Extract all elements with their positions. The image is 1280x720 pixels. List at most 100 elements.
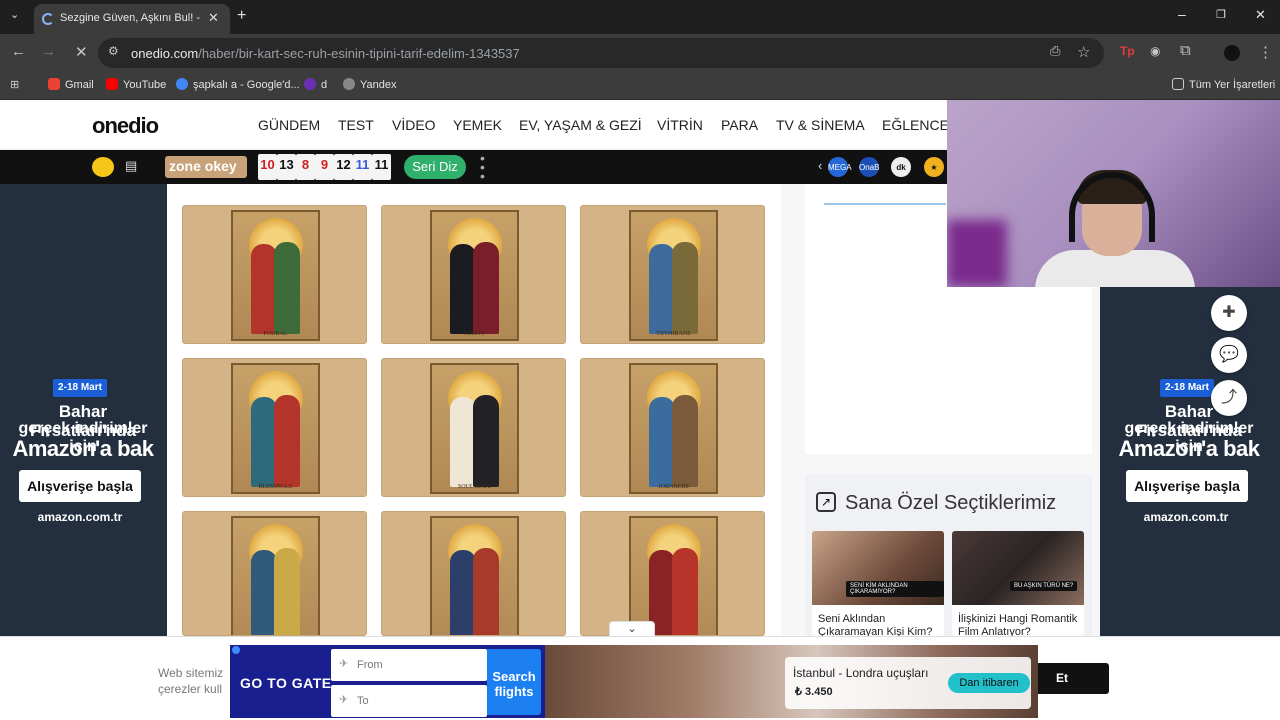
browser-tab[interactable]: Sezgine Güven, Aşkını Bul! - On ✕ <box>34 4 230 34</box>
install-app-icon[interactable]: ⎙ <box>1050 43 1060 59</box>
to-field[interactable]: ✈ To <box>331 685 487 717</box>
tarot-card[interactable]: POURAL <box>182 205 367 344</box>
nav-gundem[interactable]: GÜNDEM <box>258 117 320 133</box>
extension-tp-icon[interactable]: Tp <box>1120 44 1135 58</box>
figure-right <box>672 242 698 334</box>
seri-diz-button[interactable]: Seri Diz <box>404 155 466 179</box>
figure-right <box>274 395 300 487</box>
takeoff-icon: ✈ <box>339 658 349 670</box>
chevron-left-icon[interactable]: ‹ <box>818 158 822 173</box>
tarot-artwork: POURAL <box>231 210 320 341</box>
figure-right <box>672 548 698 635</box>
amazon-ad-left[interactable]: 2-18 Mart Bahar Fırsatları'nda gerçek in… <box>0 184 167 636</box>
comments-icon[interactable]: 💬 <box>1211 337 1247 373</box>
tarot-card[interactable]: JORNNERS <box>580 358 765 497</box>
gmail-icon <box>48 78 60 90</box>
menu-kebab-icon[interactable]: ⋮ <box>1258 43 1273 61</box>
bookmark-d[interactable]: d <box>304 78 327 91</box>
channel-badge[interactable]: ★ <box>924 157 944 177</box>
tarot-card-label: SOUL MATE <box>457 484 492 490</box>
tarot-artwork <box>430 516 519 635</box>
bookmark-google[interactable]: şapkalı a - Google'd... <box>176 78 300 91</box>
figure-right <box>274 548 300 635</box>
tarot-card-label: NITINY <box>464 331 485 337</box>
bookmark-youtube[interactable]: YouTube <box>106 78 166 91</box>
address-bar[interactable]: ⚙ onedio.com/haber/bir-kart-sec-ruh-esin… <box>98 38 1104 68</box>
new-tab-icon[interactable]: + <box>237 7 246 25</box>
zone-okey-logo: zone okey <box>165 156 247 178</box>
close-window-icon[interactable]: ✕ <box>1255 7 1266 23</box>
bookmark-star-icon[interactable]: ☆ <box>1077 43 1090 61</box>
gift-icon: ▤ <box>125 158 138 173</box>
google-icon <box>176 78 188 90</box>
minimize-icon[interactable]: – <box>1178 6 1186 22</box>
onedio-logo[interactable]: onedio <box>92 113 159 139</box>
more-dots-icon[interactable]: • • • <box>480 151 485 183</box>
profile-avatar[interactable] <box>1224 45 1240 61</box>
ad-cta-button[interactable]: Alışverişe başla <box>1126 470 1248 502</box>
tarot-card[interactable]: NITINY <box>381 205 566 344</box>
channel-badge[interactable]: OnaB <box>859 157 879 177</box>
from-field[interactable]: ✈ From <box>331 649 487 681</box>
ad-date: 2-18 Mart <box>53 379 107 397</box>
gotogate-banner-ad[interactable]: GO TO GATE ✈ From ✈ To Search flights İsta… <box>230 645 1038 718</box>
bookmark-gmail[interactable]: Gmail <box>48 78 94 91</box>
pick-card[interactable]: SENİ KİM AKLINDAN ÇIKARAMIYOR? Seni Aklı… <box>812 531 944 636</box>
nav-para[interactable]: PARA <box>721 117 758 133</box>
pick-tag: BU AŞKIN TÜRÜ NE? <box>1010 581 1078 591</box>
webcam-background <box>947 220 1007 287</box>
extensions-puzzle-icon[interactable]: ⧉ <box>1180 42 1191 59</box>
pick-caption: Seni Aklından Çıkaramayan Kişi Kim? <box>818 613 933 636</box>
zone-okey-ad-bar[interactable]: ▤ zone okey 10 13 8 9 12 11 11 Seri Diz … <box>0 150 947 184</box>
tarot-artwork: BLESSNGLE <box>231 363 320 494</box>
nav-vitrin[interactable]: VİTRİN <box>657 117 703 133</box>
share-icon[interactable]: ⤴ <box>1211 380 1247 416</box>
sidebar-divider <box>824 203 946 205</box>
okey-tile: 11 <box>353 154 372 180</box>
channel-badge[interactable]: dk <box>891 157 911 177</box>
ad-line3: Amazon'a bak <box>1118 436 1260 461</box>
close-tab-icon[interactable]: ✕ <box>208 10 219 26</box>
figure-right <box>473 395 499 487</box>
tarot-card-label: POURAL <box>263 331 288 337</box>
channel-badge[interactable]: MEGA <box>828 157 852 177</box>
tarot-card[interactable] <box>182 511 367 636</box>
site-info-icon[interactable]: ⚙ <box>108 44 119 58</box>
extension-icon[interactable]: ◉ <box>1150 44 1160 58</box>
nav-tv-sinema[interactable]: TV & SİNEMA <box>776 117 865 133</box>
ad-line3: Amazon'a bak <box>12 436 154 461</box>
amazon-logo: amazon.com.tr <box>37 510 123 524</box>
folder-icon <box>1172 78 1184 90</box>
d-icon <box>304 78 316 90</box>
nav-test[interactable]: TEST <box>338 117 374 133</box>
tarot-card[interactable] <box>580 511 765 636</box>
apps-grid-icon[interactable]: ⊞ <box>10 78 19 91</box>
okey-tile: 13 <box>277 154 296 180</box>
back-icon[interactable]: ← <box>11 43 26 60</box>
nav-video[interactable]: VİDEO <box>392 117 436 133</box>
from-price-pill[interactable]: Dan itibaren <box>948 673 1030 693</box>
search-flights-button[interactable]: Search flights <box>487 649 541 715</box>
forward-icon[interactable]: → <box>41 43 56 60</box>
pick-card[interactable]: BU AŞKIN TÜRÜ NE? İlişkinizi Hangi Roman… <box>952 531 1084 636</box>
ad-date: 2-18 Mart <box>1160 379 1214 397</box>
stop-icon[interactable]: ✕ <box>75 43 88 61</box>
tab-search-icon[interactable]: ⌄ <box>10 8 19 21</box>
tarot-card[interactable]: BLESSNGLE <box>182 358 367 497</box>
maximize-icon[interactable]: ❐ <box>1216 8 1226 21</box>
save-bookmark-icon[interactable]: ✚ <box>1211 295 1247 331</box>
ad-info-icon[interactable] <box>232 646 240 654</box>
tarot-artwork: SOUL MATE <box>430 363 519 494</box>
tarot-card[interactable]: TIIVHIBANE <box>580 205 765 344</box>
tarot-card[interactable] <box>381 511 566 636</box>
landing-icon: ✈ <box>339 694 349 706</box>
tarot-card[interactable]: SOUL MATE <box>381 358 566 497</box>
nav-eglence[interactable]: EĞLENCE <box>882 117 949 133</box>
nav-ev-yasam-gezi[interactable]: EV, YAŞAM & GEZİ <box>519 117 642 133</box>
all-bookmarks[interactable]: Tüm Yer İşaretleri <box>1172 78 1275 91</box>
flight-offer[interactable]: İstanbul - Londra uçuşları ₺ 3.450 Dan i… <box>785 657 1031 709</box>
youtube-icon <box>106 78 118 90</box>
bookmark-yandex[interactable]: Yandex <box>343 78 397 91</box>
nav-yemek[interactable]: YEMEK <box>453 117 502 133</box>
ad-cta-button[interactable]: Alışverişe başla <box>19 470 141 502</box>
